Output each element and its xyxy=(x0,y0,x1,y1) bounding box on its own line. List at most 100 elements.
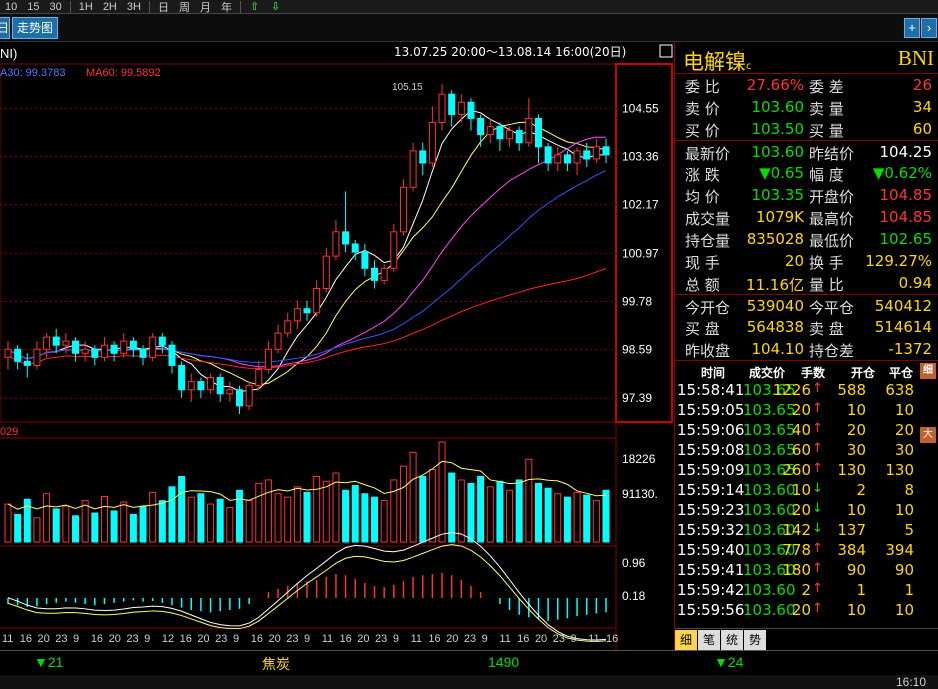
x-axis-label: 9 xyxy=(393,633,399,645)
big-orders-button[interactable]: 大 xyxy=(920,427,936,443)
tab-trend[interactable]: 走势图 xyxy=(12,17,59,39)
period-year[interactable]: 年 xyxy=(216,0,237,15)
tick-open: 30 xyxy=(846,441,866,459)
chart-date-range: 13.07.25 20:00～13.08.14 16:00(20日) xyxy=(394,45,626,59)
quote-label: 卖 价 xyxy=(685,100,720,118)
volume-bar xyxy=(62,505,70,543)
tick-row: 15:59:40 103.60 778 ↑ 384 394 xyxy=(675,540,938,560)
volume-bar xyxy=(399,465,407,543)
period-30[interactable]: 30 xyxy=(45,1,67,13)
volume-bar xyxy=(158,500,166,543)
quote-panel: 电解镍c BNI 委 比 27.66% 委 差 26 卖 价 103.60 卖 量 34 买 价… xyxy=(674,42,938,650)
candle-body xyxy=(43,336,51,350)
candle-body xyxy=(284,320,292,334)
period-1h[interactable]: 1H xyxy=(74,1,98,13)
x-axis-label: 23 xyxy=(55,633,67,645)
x-axis-label: 20 xyxy=(109,633,121,645)
toolbar-divider xyxy=(69,0,71,13)
detail-button[interactable]: 细 xyxy=(920,363,936,379)
chevron-right-icon[interactable]: › xyxy=(921,18,937,38)
quote-value: 60 xyxy=(912,120,932,138)
quote-row: 总 额 11.16亿量 比 0.94 xyxy=(675,272,938,294)
quote-label: 持仓量 xyxy=(685,232,731,250)
quote-row: 买 价 103.50 买 量 60 xyxy=(675,118,938,140)
tick-close: 10 xyxy=(894,501,914,519)
candle-body xyxy=(197,381,205,391)
x-axis-label: 20 xyxy=(535,633,547,645)
tab-trend-mini[interactable]: 势 xyxy=(744,630,766,650)
tick-open: 1 xyxy=(856,581,866,599)
volume-bar xyxy=(544,487,552,543)
x-axis-label: 16 xyxy=(251,633,263,645)
toolbar-divider xyxy=(148,0,150,13)
period-day[interactable]: 日 xyxy=(153,0,174,15)
quote-label: 昨收盘 xyxy=(685,342,731,360)
volume-bar xyxy=(216,498,224,543)
quote-row: 昨收盘 104.10 持仓差 -1372 xyxy=(675,338,938,360)
chart-menu-icon[interactable] xyxy=(659,44,673,58)
tick-direction-icon: ↑ xyxy=(812,561,823,576)
period-10[interactable]: 10 xyxy=(0,1,22,13)
kline-chart[interactable]: NI) 13.07.25 20:00～13.08.14 16:00(20日) A… xyxy=(0,42,674,650)
x-axis-label: 20 xyxy=(357,633,369,645)
tick-close: 10 xyxy=(894,401,914,419)
quote-value: 20 xyxy=(784,252,804,270)
volume-bar xyxy=(477,475,485,543)
volume-bars xyxy=(4,441,610,543)
candle-body xyxy=(120,340,128,354)
status-symbol[interactable]: 焦炭 xyxy=(262,654,290,674)
volume-bar xyxy=(187,496,195,543)
quote-value: 102.65 xyxy=(879,230,933,248)
up-arrow-icon[interactable]: ⇧ xyxy=(244,0,265,13)
period-week[interactable]: 周 xyxy=(174,0,195,15)
price-tick-label: 104.55 xyxy=(622,101,659,115)
tab-partial[interactable]: 日 xyxy=(0,17,10,39)
candles xyxy=(4,84,610,414)
candle-body xyxy=(448,93,456,115)
period-toolbar: 10 15 30 1H 2H 3H 日 周 月 年 ⇧ ⇩ xyxy=(0,0,938,14)
macd-histogram xyxy=(7,531,607,642)
candle-body xyxy=(563,154,571,164)
ticks-header-close: 平仓 xyxy=(889,366,914,380)
plus-icon[interactable]: + xyxy=(904,18,920,38)
ticks-header-time: 时间 xyxy=(701,366,726,380)
ticks-header-vol: 手数 xyxy=(801,366,826,380)
quote-value: 34 xyxy=(912,98,932,116)
tab-detail[interactable]: 细 xyxy=(675,630,697,650)
volume-bar xyxy=(515,479,523,543)
candle-body xyxy=(100,344,108,358)
quote-row: 成交量 1079K 最高价 104.85 xyxy=(675,206,938,228)
volume-bar xyxy=(274,493,282,543)
candle-body xyxy=(573,150,581,164)
volume-label: 029 xyxy=(0,426,18,438)
tick-direction-icon: ↓ xyxy=(812,521,823,536)
kline-chart-svg[interactable]: NI) 13.07.25 20:00～13.08.14 16:00(20日) A… xyxy=(0,42,674,650)
volume-bar xyxy=(592,500,600,543)
status-strip: 16:10 xyxy=(0,675,938,689)
down-arrow-icon[interactable]: ⇩ xyxy=(265,0,286,13)
candle-body xyxy=(245,385,253,407)
tab-stats[interactable]: 统 xyxy=(721,630,743,650)
ticks-header: 时间 成交价 手数 开仓 平仓 细 xyxy=(675,360,938,380)
quote-value: ▼0.65 xyxy=(759,164,804,182)
period-2h[interactable]: 2H xyxy=(98,1,122,13)
tick-time: 15:59:14 xyxy=(677,481,745,499)
tick-close: 638 xyxy=(885,381,914,399)
quote-row: 涨 跌 ▼0.65 幅 度 ▼0.62% xyxy=(675,162,938,184)
status-ticker: ▼21 焦炭 1490 ▼24 xyxy=(0,654,938,672)
x-axis-label: 11 xyxy=(499,633,510,645)
tick-volume: 60 xyxy=(791,441,811,459)
volume-bar xyxy=(4,503,12,543)
period-3h[interactable]: 3H xyxy=(122,1,146,13)
period-15[interactable]: 15 xyxy=(22,1,44,13)
x-axis-label: 23 xyxy=(375,633,387,645)
tick-volume: 2 xyxy=(801,581,811,599)
volume-bar xyxy=(293,486,301,543)
tick-volume: 1226 xyxy=(772,381,811,399)
tab-trades[interactable]: 笔 xyxy=(698,630,720,650)
volume-bar xyxy=(563,496,571,543)
tick-direction-icon: ↓ xyxy=(812,501,823,516)
candle-body xyxy=(351,243,359,253)
quote-row: 卖 价 103.60 卖 量 34 xyxy=(675,96,938,118)
period-month[interactable]: 月 xyxy=(195,0,216,15)
